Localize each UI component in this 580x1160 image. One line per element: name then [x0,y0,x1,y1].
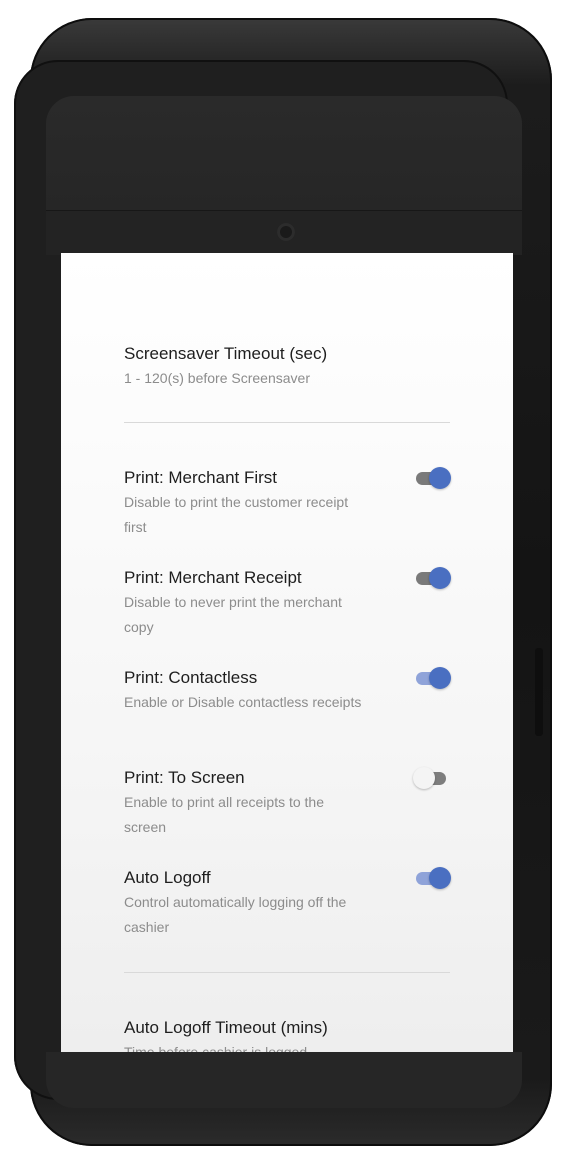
bottom-bezel [46,1052,522,1108]
setting-description: Enable or Disable contactless receipts [124,694,362,710]
setting-title: Print: Contactless [124,668,258,687]
setting-description: Disable to print the customer receipt fi… [124,494,349,535]
setting-print-to-screen: Print: To Screen Enable to print all rec… [124,766,450,840]
print-merchant-receipt-toggle[interactable] [414,566,451,590]
print-to-screen-toggle[interactable] [413,766,450,790]
setting-print-merchant-first: Print: Merchant First Disable to print t… [124,466,451,540]
screensaver-timeout-title: Screensaver Timeout (sec) [124,344,328,363]
toggle-knob [429,467,451,489]
setting-description: Enable to print all receipts to the scre… [124,794,325,835]
auto-logoff-timeout-title: Auto Logoff Timeout (mins) [124,1018,328,1037]
setting-description: Control automatically logging off the ca… [124,894,347,935]
print-contactless-toggle[interactable] [414,666,451,690]
setting-auto-logoff: Auto Logoff Control automatically loggin… [124,866,451,940]
toggle-knob [429,567,451,589]
setting-title: Auto Logoff [124,868,211,887]
auto-logoff-toggle[interactable] [414,866,451,890]
screensaver-timeout-setting[interactable]: Screensaver Timeout (sec) 1 - 120(s) bef… [124,342,424,391]
setting-title: Print: To Screen [124,768,245,787]
camera-icon [277,223,295,241]
print-merchant-first-toggle[interactable] [414,466,451,490]
setting-print-merchant-receipt: Print: Merchant Receipt Disable to never… [124,566,451,640]
top-bezel [46,96,522,216]
divider [124,422,450,423]
setting-print-contactless: Print: Contactless Enable or Disable con… [124,666,451,715]
setting-title: Print: Merchant Receipt [124,568,302,587]
setting-title: Print: Merchant First [124,468,278,487]
toggle-knob [429,867,451,889]
settings-screen: Screensaver Timeout (sec) 1 - 120(s) bef… [61,253,513,1052]
divider [124,972,450,973]
auto-logoff-timeout-setting[interactable]: Auto Logoff Timeout (mins) Time before c… [124,1016,450,1052]
setting-description: Disable to never print the merchant copy [124,594,342,635]
auto-logoff-timeout-description: Time before cashier is logged [124,1044,308,1052]
screensaver-timeout-description: 1 - 120(s) before Screensaver [124,370,310,386]
toggle-knob [413,767,435,789]
toggle-knob [429,667,451,689]
side-button[interactable] [535,648,543,736]
